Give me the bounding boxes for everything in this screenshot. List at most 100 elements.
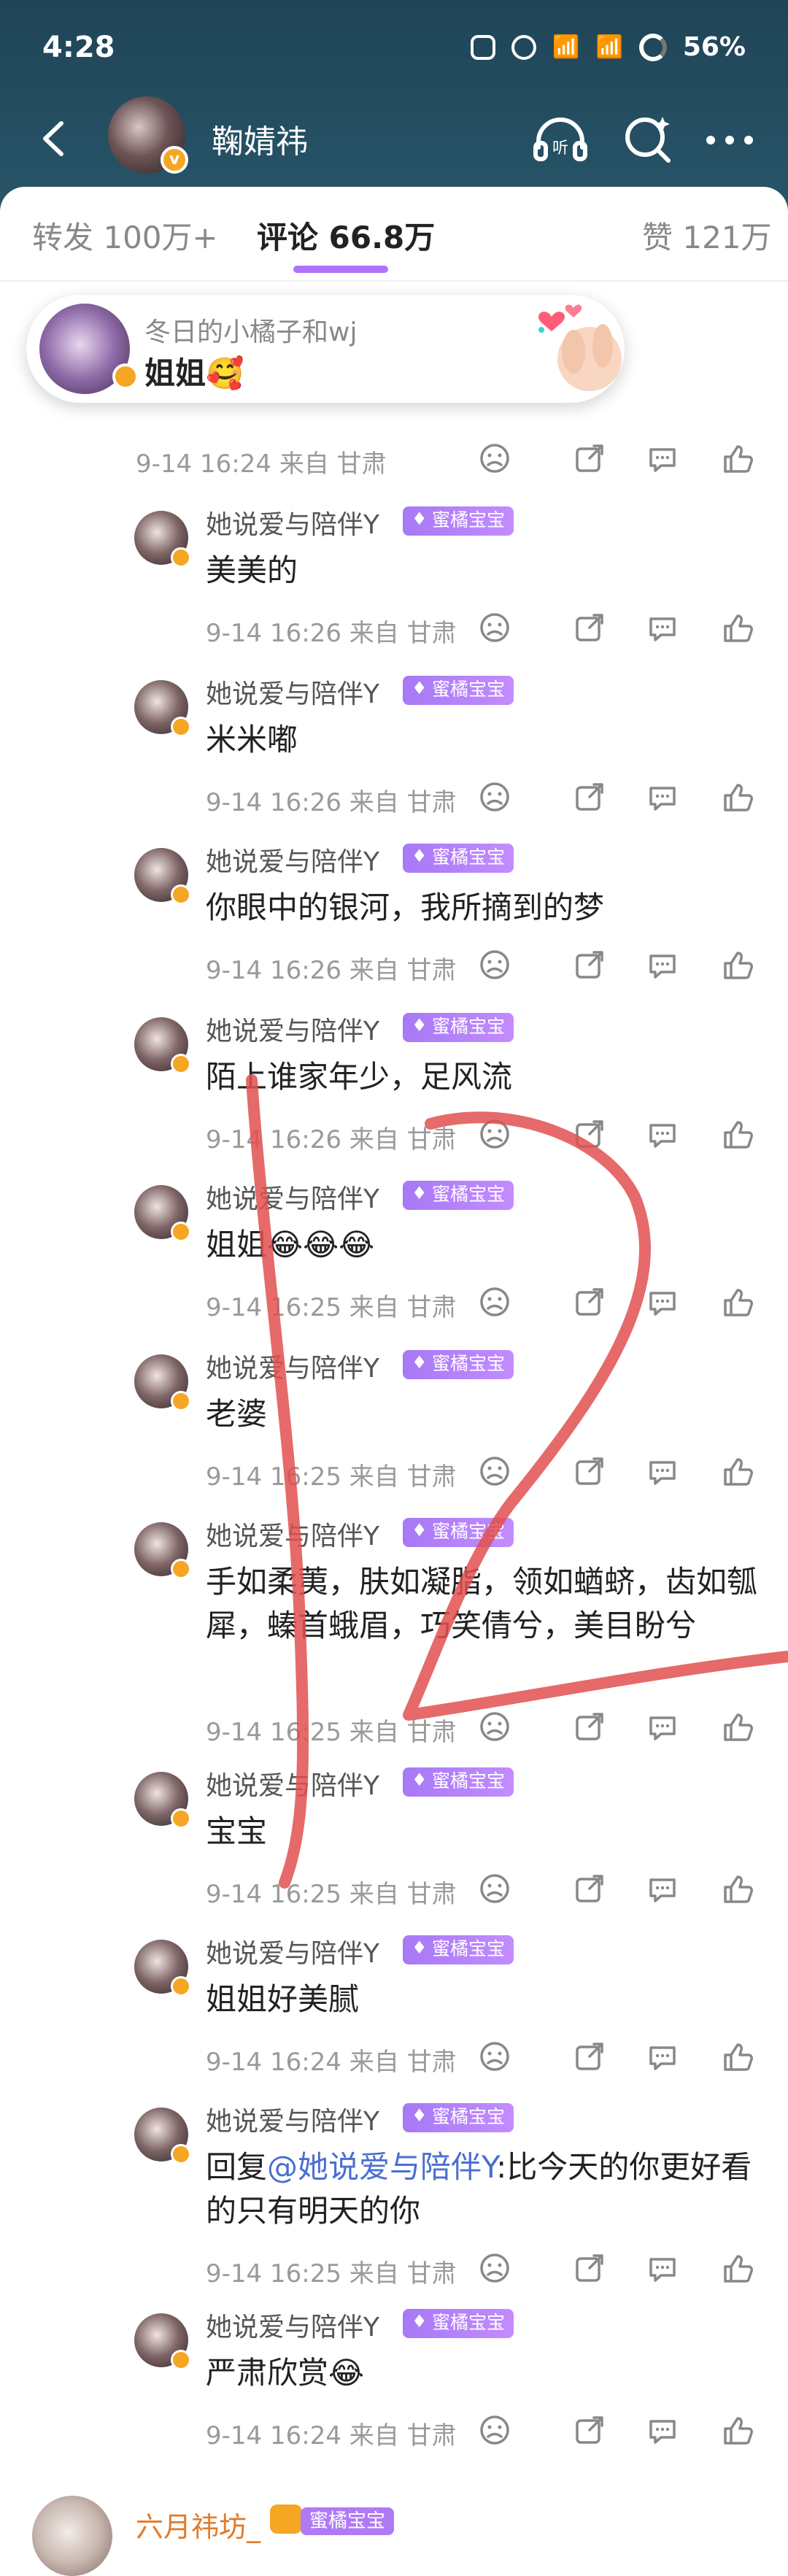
fan-badge: 蜜橘宝宝	[403, 2103, 514, 2132]
reply-username[interactable]: 她说爱与陪伴Y	[206, 841, 379, 879]
tab-reposts[interactable]: 转发 100万+	[32, 213, 218, 258]
dislike-button[interactable]	[477, 1284, 512, 1319]
share-button[interactable]	[572, 1871, 607, 1906]
dislike-button[interactable]	[477, 441, 512, 476]
reply-avatar[interactable]	[134, 1772, 191, 1829]
share-button[interactable]	[572, 2413, 607, 2448]
dislike-face-icon	[480, 1287, 509, 1316]
share-icon	[576, 951, 603, 979]
like-button[interactable]	[719, 1709, 754, 1744]
next-comment-avatar[interactable]	[32, 2496, 112, 2576]
reply-button[interactable]	[645, 2413, 680, 2448]
tab-comments[interactable]: 评论 66.8万	[257, 213, 435, 258]
reply-prefix: 回复	[206, 2149, 268, 2185]
share-button[interactable]	[572, 2039, 607, 2074]
mention-link[interactable]: @她说爱与陪伴Y	[267, 2149, 496, 2185]
share-button[interactable]	[572, 1454, 607, 1489]
reply-avatar[interactable]	[134, 2313, 191, 2370]
dislike-button[interactable]	[477, 947, 512, 982]
reply-avatar[interactable]	[134, 1185, 191, 1242]
reply-username[interactable]: 她说爱与陪伴Y	[206, 1932, 379, 1970]
dislike-button[interactable]	[477, 1871, 512, 1906]
reply-username[interactable]: 她说爱与陪伴Y	[206, 504, 379, 541]
dislike-face-icon	[480, 1457, 509, 1486]
reply-username[interactable]: 她说爱与陪伴Y	[206, 1515, 379, 1553]
verified-badge-icon	[171, 1808, 191, 1829]
share-button[interactable]	[572, 1709, 607, 1744]
reply-button[interactable]	[645, 441, 680, 476]
like-button[interactable]	[719, 441, 754, 476]
share-button[interactable]	[572, 610, 607, 645]
reply-button[interactable]	[645, 2039, 680, 2074]
search-icon	[625, 117, 671, 163]
reply-username[interactable]: 她说爱与陪伴Y	[206, 673, 379, 711]
reply-button[interactable]	[645, 610, 680, 645]
like-button[interactable]	[719, 1871, 754, 1906]
next-comment-username[interactable]: 六月祎坊_	[136, 2504, 260, 2545]
comment-icon	[649, 2420, 676, 2444]
parent-comment-card[interactable]: 冬日的小橘子和wj 姐姐🥰	[26, 295, 625, 403]
reply-avatar[interactable]	[134, 848, 191, 905]
like-button[interactable]	[719, 947, 754, 982]
reply-username[interactable]: 她说爱与陪伴Y	[206, 2100, 379, 2138]
reply-button[interactable]	[645, 947, 680, 982]
listen-button[interactable]: 听	[530, 109, 591, 171]
more-button[interactable]	[699, 109, 760, 171]
dislike-button[interactable]	[477, 779, 512, 814]
share-button[interactable]	[572, 947, 607, 982]
reply-button[interactable]	[645, 1871, 680, 1906]
search-button[interactable]	[617, 109, 679, 171]
reply-username[interactable]: 她说爱与陪伴Y	[206, 1178, 379, 1216]
reply-username[interactable]: 她说爱与陪伴Y	[206, 2306, 379, 2344]
reply-button[interactable]	[645, 1709, 680, 1744]
like-button[interactable]	[719, 2251, 754, 2286]
reply-avatar[interactable]	[134, 1522, 191, 1579]
tab-likes[interactable]: 赞 121万	[642, 213, 772, 258]
reply-avatar[interactable]	[134, 511, 191, 568]
reply-button[interactable]	[645, 1117, 680, 1152]
like-button[interactable]	[719, 1117, 754, 1152]
share-button[interactable]	[572, 1117, 607, 1152]
dislike-face-icon	[480, 2415, 509, 2445]
reply-avatar[interactable]	[134, 1017, 191, 1074]
share-button[interactable]	[572, 2251, 607, 2286]
share-icon	[576, 1713, 603, 1740]
reply-avatar[interactable]	[134, 1940, 191, 1997]
like-button[interactable]	[719, 1454, 754, 1489]
dislike-button[interactable]	[477, 1454, 512, 1489]
reply-username[interactable]: 她说爱与陪伴Y	[206, 1010, 379, 1048]
reply-button[interactable]	[645, 1284, 680, 1319]
reply-avatar[interactable]	[134, 1354, 191, 1411]
back-button[interactable]	[29, 113, 80, 164]
like-button[interactable]	[719, 1284, 754, 1319]
verified-badge-icon	[112, 363, 139, 390]
like-button[interactable]	[719, 779, 754, 814]
comment-meta: 9-14 16:25 来自 甘肃	[206, 1462, 457, 1492]
reply-avatar[interactable]	[134, 680, 191, 737]
share-button[interactable]	[572, 1284, 607, 1319]
like-button[interactable]	[719, 2039, 754, 2074]
dislike-button[interactable]	[477, 610, 512, 645]
reply-button[interactable]	[645, 779, 680, 814]
dislike-button[interactable]	[477, 2413, 512, 2448]
like-button[interactable]	[719, 610, 754, 645]
reply-username[interactable]: 她说爱与陪伴Y	[206, 1765, 379, 1802]
verified-badge-icon	[171, 1559, 191, 1579]
reply-avatar[interactable]	[134, 2108, 191, 2164]
reply-button[interactable]	[645, 2251, 680, 2286]
reply-button[interactable]	[645, 1454, 680, 1489]
parent-username[interactable]: 冬日的小橘子和wj	[144, 311, 357, 349]
share-button[interactable]	[572, 441, 607, 476]
dislike-face-icon	[480, 950, 509, 979]
fan-badge: 蜜橘宝宝	[403, 1518, 514, 1547]
share-button[interactable]	[572, 779, 607, 814]
share-icon	[576, 1457, 603, 1485]
like-button[interactable]	[719, 2413, 754, 2448]
dislike-button[interactable]	[477, 1117, 512, 1152]
reply-username[interactable]: 她说爱与陪伴Y	[206, 1347, 379, 1385]
dislike-button[interactable]	[477, 2039, 512, 2074]
dislike-button[interactable]	[477, 2251, 512, 2286]
dislike-button[interactable]	[477, 1709, 512, 1744]
dislike-face-icon	[480, 2253, 509, 2283]
more-icon	[706, 136, 753, 144]
